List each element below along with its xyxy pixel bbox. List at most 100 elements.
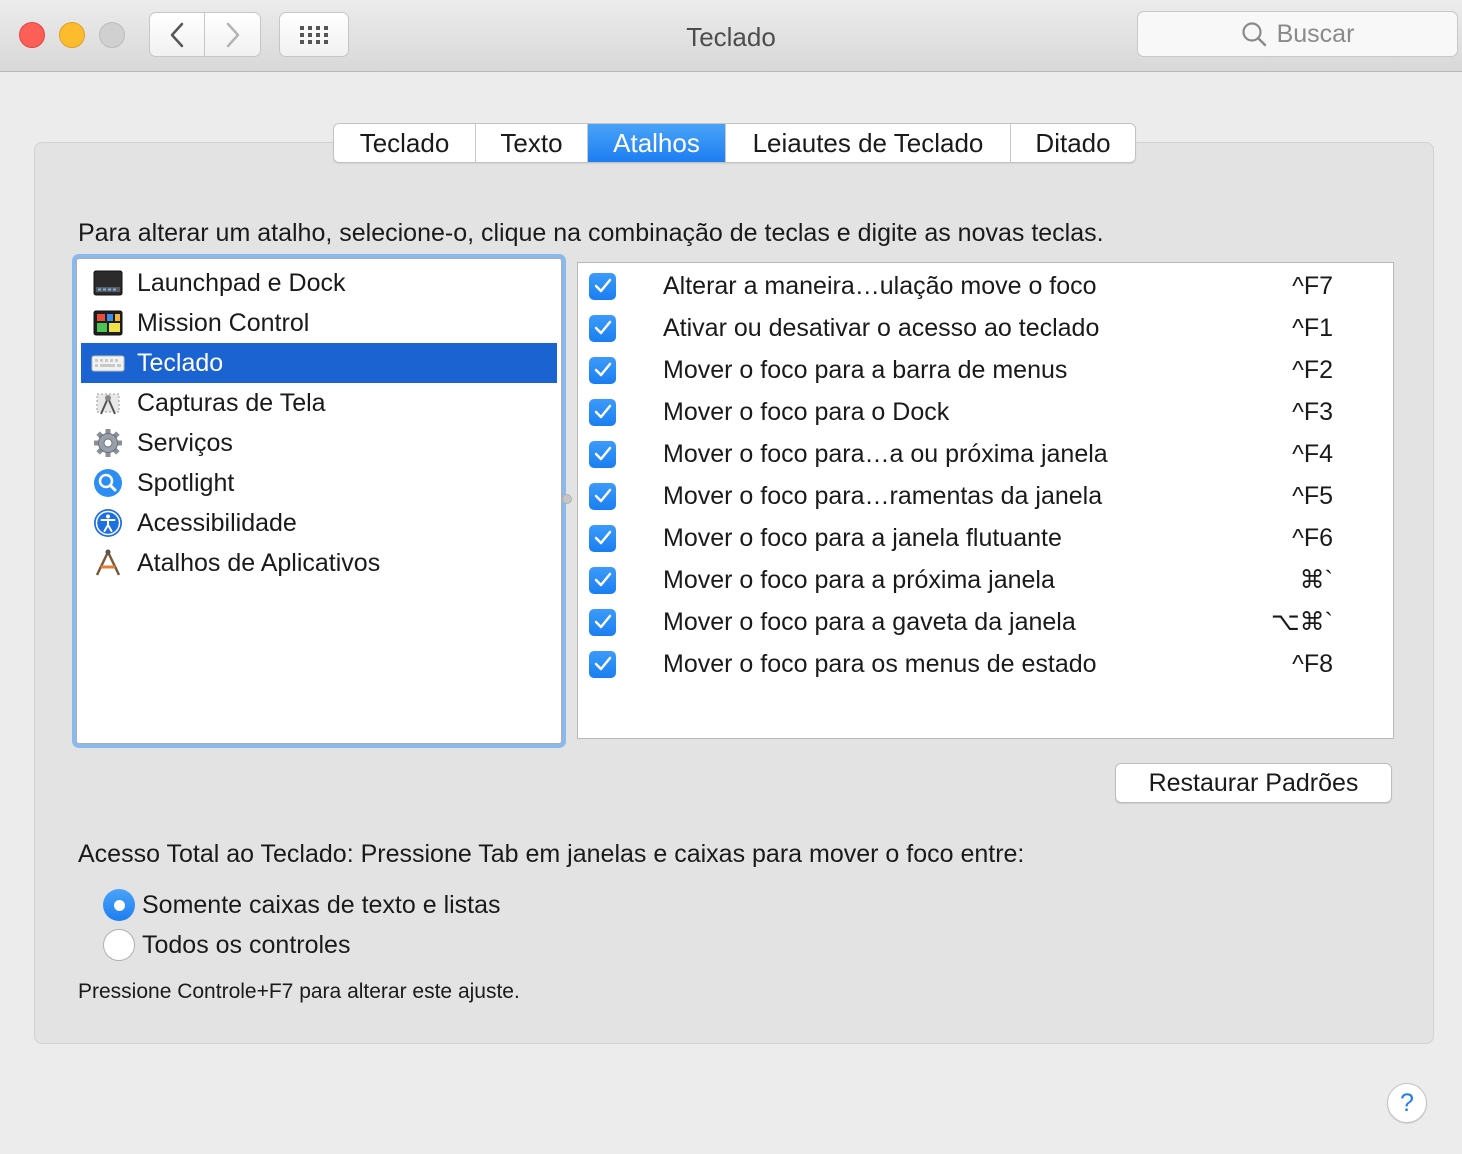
spotlight-icon bbox=[91, 466, 125, 500]
shortcut-row[interactable]: Mover o foco para os menus de estado ^F8 bbox=[578, 643, 1393, 685]
shortcut-key[interactable]: ⌘` bbox=[1283, 565, 1333, 595]
shortcut-label: Mover o foco para o Dock bbox=[663, 397, 950, 426]
shortcut-label: Ativar ou desativar o acesso ao teclado bbox=[663, 313, 1100, 342]
shortcut-checkbox[interactable] bbox=[589, 482, 616, 510]
forward-button[interactable] bbox=[205, 12, 261, 57]
shortcut-checkbox[interactable] bbox=[589, 356, 616, 384]
shortcut-label: Mover o foco para a próxima janela bbox=[663, 565, 1055, 594]
category-list[interactable]: Launchpad e Dock Mission Control Teclado… bbox=[76, 258, 562, 744]
shortcut-key[interactable]: ^F6 bbox=[1283, 524, 1333, 553]
radio-all-controls[interactable]: Todos os controles bbox=[103, 929, 350, 961]
shortcut-key[interactable]: ^F5 bbox=[1283, 482, 1333, 511]
show-all-button[interactable] bbox=[279, 12, 349, 57]
title-bar: Teclado Buscar bbox=[0, 0, 1462, 72]
shortcut-checkbox[interactable] bbox=[589, 314, 616, 342]
shortcut-row[interactable]: Mover o foco para a janela flutuante ^F6 bbox=[578, 517, 1393, 559]
category-acessibilidade[interactable]: Acessibilidade bbox=[81, 503, 557, 543]
shortcut-key[interactable]: ^F8 bbox=[1283, 650, 1333, 679]
shortcut-row[interactable]: Ativar ou desativar o acesso ao teclado … bbox=[578, 307, 1393, 349]
category-capturas-de-tela[interactable]: Capturas de Tela bbox=[81, 383, 557, 423]
category-label: Mission Control bbox=[137, 308, 310, 337]
shortcut-key[interactable]: ^F2 bbox=[1283, 356, 1333, 385]
shortcut-checkbox[interactable] bbox=[589, 524, 616, 552]
help-button[interactable]: ? bbox=[1387, 1083, 1427, 1123]
checkmark-icon bbox=[594, 404, 611, 419]
checkmark-icon bbox=[594, 488, 611, 503]
instructions-text: Para alterar um atalho, selecione-o, cli… bbox=[78, 219, 1104, 247]
category-label: Spotlight bbox=[137, 468, 235, 497]
checkmark-icon bbox=[594, 320, 611, 335]
tab-leiautes-de-teclado[interactable]: Leiautes de Teclado bbox=[726, 124, 1011, 162]
shortcut-label: Mover o foco para os menus de estado bbox=[663, 649, 1097, 678]
category-label: Capturas de Tela bbox=[137, 388, 326, 417]
search-icon bbox=[1241, 22, 1266, 47]
radio-label: Somente caixas de texto e listas bbox=[142, 890, 501, 919]
shortcut-row[interactable]: Mover o foco para…a ou próxima janela ^F… bbox=[578, 433, 1393, 475]
category-launchpad-dock[interactable]: Launchpad e Dock bbox=[81, 263, 557, 303]
shortcut-row[interactable]: Mover o foco para a próxima janela ⌘` bbox=[578, 559, 1393, 601]
checkmark-icon bbox=[594, 446, 611, 461]
shortcut-key[interactable]: ^F7 bbox=[1283, 272, 1333, 301]
shortcut-row[interactable]: Mover o foco para o Dock ^F3 bbox=[578, 391, 1393, 433]
shortcut-row[interactable]: Mover o foco para a barra de menus ^F2 bbox=[578, 349, 1393, 391]
shortcut-list[interactable]: Alterar a maneira…ulação move o foco ^F7… bbox=[577, 262, 1394, 739]
shortcut-label: Mover o foco para…a ou próxima janela bbox=[663, 439, 1108, 468]
accessibility-icon bbox=[91, 506, 125, 540]
radio-label: Todos os controles bbox=[142, 930, 351, 959]
category-mission-control[interactable]: Mission Control bbox=[81, 303, 557, 343]
shortcut-checkbox[interactable] bbox=[589, 272, 616, 300]
chevron-left-icon bbox=[170, 22, 184, 47]
checkmark-icon bbox=[594, 656, 611, 671]
search-field[interactable]: Buscar bbox=[1137, 11, 1458, 57]
app-shortcuts-icon bbox=[91, 546, 125, 580]
shortcut-label: Mover o foco para…ramentas da janela bbox=[663, 481, 1103, 510]
shortcut-key[interactable]: ⌥⌘` bbox=[1271, 607, 1333, 637]
gear-icon bbox=[91, 426, 125, 460]
shortcut-checkbox[interactable] bbox=[589, 398, 616, 426]
zoom-window-button[interactable] bbox=[99, 22, 125, 48]
category-spotlight[interactable]: Spotlight bbox=[81, 463, 557, 503]
radio-button-unselected[interactable] bbox=[103, 929, 135, 961]
shortcut-row[interactable]: Mover o foco para…ramentas da janela ^F5 bbox=[578, 475, 1393, 517]
tab-atalhos[interactable]: Atalhos bbox=[588, 124, 726, 162]
shortcut-label: Mover o foco para a gaveta da janela bbox=[663, 607, 1076, 636]
search-placeholder: Buscar bbox=[1276, 19, 1355, 48]
shortcut-checkbox[interactable] bbox=[589, 608, 616, 636]
hint-text: Pressione Controle+F7 para alterar este … bbox=[78, 980, 520, 1003]
shortcut-checkbox[interactable] bbox=[589, 650, 616, 678]
category-label: Teclado bbox=[137, 348, 224, 377]
tab-teclado[interactable]: Teclado bbox=[334, 124, 476, 162]
shortcut-checkbox[interactable] bbox=[589, 566, 616, 594]
checkmark-icon bbox=[594, 362, 611, 377]
category-label: Atalhos de Aplicativos bbox=[137, 548, 381, 577]
category-label: Launchpad e Dock bbox=[137, 268, 346, 297]
checkmark-icon bbox=[594, 614, 611, 629]
restore-defaults-button[interactable]: Restaurar Padrões bbox=[1115, 763, 1392, 803]
close-window-button[interactable] bbox=[19, 22, 45, 48]
checkmark-icon bbox=[594, 530, 611, 545]
category-atalhos-de-aplicativos[interactable]: Atalhos de Aplicativos bbox=[81, 543, 557, 583]
chevron-right-icon bbox=[226, 22, 239, 47]
launchpad-dock-icon bbox=[91, 266, 125, 300]
tab-texto[interactable]: Texto bbox=[476, 124, 588, 162]
mission-control-icon bbox=[91, 306, 125, 340]
checkmark-icon bbox=[594, 572, 611, 587]
back-button[interactable] bbox=[149, 12, 205, 57]
full-keyboard-access-label: Acesso Total ao Teclado: Pressione Tab e… bbox=[78, 840, 1025, 868]
shortcut-key[interactable]: ^F1 bbox=[1283, 314, 1333, 343]
screenshot-icon bbox=[91, 386, 125, 420]
category-teclado[interactable]: Teclado bbox=[81, 343, 557, 383]
shortcut-checkbox[interactable] bbox=[589, 440, 616, 468]
category-servicos[interactable]: Serviços bbox=[81, 423, 557, 463]
shortcut-row[interactable]: Alterar a maneira…ulação move o foco ^F7 bbox=[578, 265, 1393, 307]
shortcut-row[interactable]: Mover o foco para a gaveta da janela ⌥⌘` bbox=[578, 601, 1393, 643]
tab-ditado[interactable]: Ditado bbox=[1011, 124, 1135, 162]
tab-bar: Teclado Texto Atalhos Leiautes de Teclad… bbox=[333, 123, 1136, 163]
split-view-handle[interactable] bbox=[562, 494, 572, 504]
radio-text-boxes-and-lists[interactable]: Somente caixas de texto e listas bbox=[103, 889, 501, 921]
shortcut-key[interactable]: ^F3 bbox=[1283, 398, 1333, 427]
radio-button-selected[interactable] bbox=[103, 889, 135, 921]
grid-icon bbox=[300, 25, 328, 44]
shortcut-key[interactable]: ^F4 bbox=[1283, 440, 1333, 469]
minimize-window-button[interactable] bbox=[59, 22, 85, 48]
